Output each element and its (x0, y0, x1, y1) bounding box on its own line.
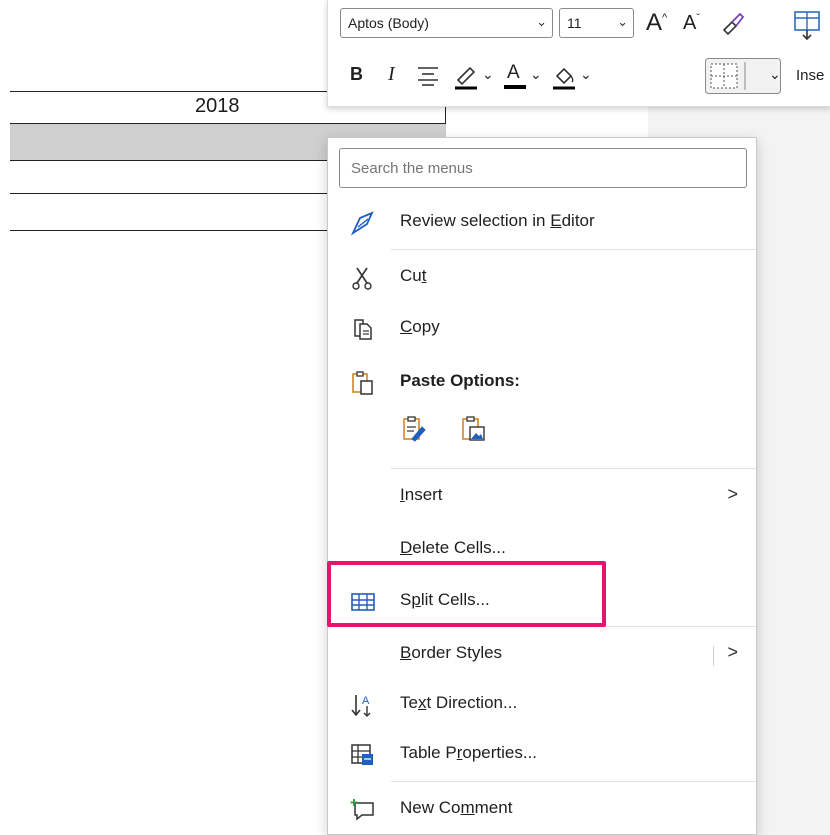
text-direction-icon: A (350, 692, 376, 718)
menu-item-label: Paste Options: (400, 371, 520, 390)
menu-item-label: Text Direction... (400, 693, 518, 712)
clipboard-icon (350, 370, 376, 396)
new-comment-icon (350, 797, 376, 823)
menu-item-text-direction[interactable]: A Text Direction... (328, 680, 756, 728)
search-menus-input[interactable] (339, 148, 747, 188)
chevron-right-icon: > (727, 484, 738, 504)
paste-keep-formatting-icon[interactable] (402, 415, 428, 448)
menu-item-label: Border Styles (400, 643, 503, 662)
chevron-right-icon: > (727, 642, 738, 662)
menu-item-label: Delete Cells... (400, 538, 506, 557)
shading-icon[interactable] (550, 62, 578, 90)
format-painter-icon[interactable] (719, 10, 745, 36)
paste-picture-icon[interactable] (461, 415, 487, 448)
menu-item-table-properties[interactable]: Table Properties... (328, 730, 756, 778)
svg-text:A: A (507, 62, 520, 83)
chevron-down-icon[interactable]: ⌄ (617, 14, 628, 30)
menu-item-label: Insert (400, 485, 443, 504)
font-size-combobox[interactable]: 11 ⌄ (559, 8, 634, 38)
table-cell-year[interactable]: 2018 (195, 95, 240, 118)
menu-item-cut[interactable]: Cut (328, 253, 756, 301)
menu-item-label: Cut (400, 266, 427, 285)
center-align-icon[interactable] (417, 66, 439, 86)
italic-icon[interactable]: I (388, 63, 395, 86)
font-color-icon[interactable]: A (502, 60, 528, 90)
menu-separator (391, 468, 756, 469)
font-size-value: 11 (567, 15, 582, 31)
mini-toolbar: Aptos (Body) ⌄ 11 ⌄ A^ Aˇ B I ⌄ A ⌄ ⌄ ⌄ … (327, 0, 830, 107)
editor-pen-icon (350, 210, 376, 236)
menu-item-copy[interactable]: Copy (328, 304, 756, 352)
submenu-divider (713, 646, 714, 666)
shrink-font-icon[interactable]: Aˇ (683, 12, 700, 35)
chevron-down-icon[interactable]: ⌄ (580, 66, 592, 83)
svg-text:A: A (362, 695, 370, 707)
insert-label[interactable]: Inse (796, 67, 824, 84)
font-name-combobox[interactable]: Aptos (Body) ⌄ (340, 8, 553, 38)
menu-item-label: Review selection in Editor (400, 211, 595, 230)
font-name-value: Aptos (Body) (348, 15, 429, 31)
chevron-down-icon[interactable]: ⌄ (530, 66, 542, 83)
grow-font-icon[interactable]: A^ (646, 9, 667, 37)
copy-icon (350, 316, 376, 342)
table-properties-icon (350, 742, 376, 768)
scissors-icon (350, 265, 376, 291)
menu-item-review-editor[interactable]: Review selection in Editor (328, 198, 756, 246)
highlight-box (327, 561, 606, 627)
menu-item-label: New Comment (400, 798, 513, 817)
chevron-down-icon[interactable]: ⌄ (769, 66, 781, 83)
menu-item-insert[interactable]: Insert > (328, 472, 756, 520)
chevron-down-icon[interactable]: ⌄ (482, 66, 494, 83)
menu-item-label: Copy (400, 317, 440, 336)
menu-item-new-comment[interactable]: New Comment (328, 785, 756, 833)
context-menu: Review selection in Editor Cut Copy Past… (327, 137, 757, 835)
highlighter-icon[interactable] (452, 62, 480, 90)
insert-table-icon[interactable] (793, 10, 821, 42)
paste-options-header: Paste Options: (328, 358, 756, 406)
bold-icon[interactable]: B (350, 64, 363, 85)
chevron-down-icon[interactable]: ⌄ (536, 14, 547, 30)
menu-item-border-styles[interactable]: Border Styles > (328, 630, 756, 678)
menu-item-label: Table Properties... (400, 743, 538, 762)
menu-separator (391, 249, 756, 250)
menu-separator (391, 781, 756, 782)
